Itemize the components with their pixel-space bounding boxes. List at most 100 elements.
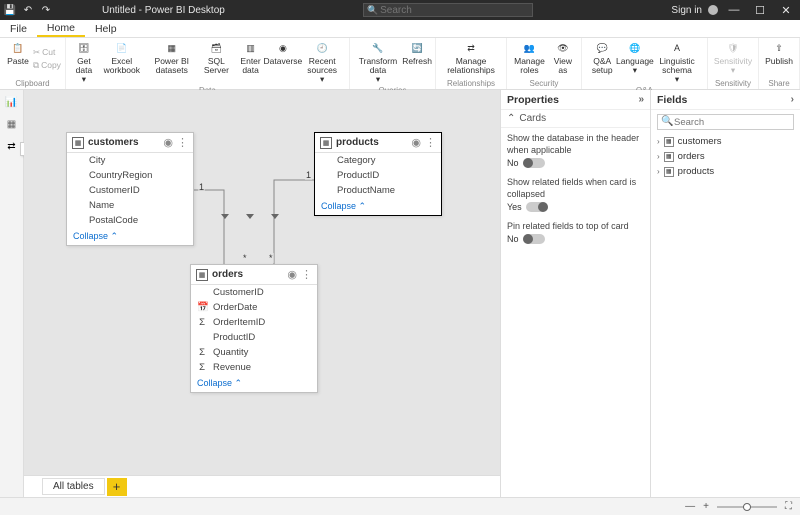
- collapse-pane-icon[interactable]: »: [638, 94, 644, 105]
- field-row[interactable]: ProductID: [191, 330, 317, 345]
- model-view-icon[interactable]: ⇄: [4, 138, 20, 154]
- minimize-button[interactable]: ―: [724, 4, 744, 16]
- more-icon[interactable]: ⋮: [301, 268, 312, 281]
- cardinality-one: 1: [198, 182, 205, 192]
- table-icon: ▦: [664, 167, 674, 177]
- properties-pane: Properties » ⌃Cards Show the database in …: [500, 90, 650, 497]
- transform-button[interactable]: 🔧Transform data▾: [354, 39, 402, 85]
- field-row[interactable]: PostalCode: [67, 213, 193, 228]
- cardinality-many: *: [268, 253, 274, 263]
- field-row[interactable]: ProductID: [315, 168, 441, 183]
- field-row[interactable]: ProductName: [315, 183, 441, 198]
- redo-icon[interactable]: ↷: [40, 4, 52, 16]
- field-row[interactable]: Name: [67, 198, 193, 213]
- model-canvas[interactable]: 1 * 1 * ▦customers◉⋮ City CountryRegion …: [24, 90, 500, 475]
- data-view-icon[interactable]: ▦: [4, 116, 20, 132]
- chevron-right-icon: ›: [657, 167, 660, 176]
- more-icon[interactable]: ⋮: [425, 136, 436, 149]
- excel-button[interactable]: 📄Excel workbook: [99, 39, 145, 85]
- fields-table-item[interactable]: ›▦customers: [651, 134, 800, 149]
- viewas-button[interactable]: 👁View as: [549, 39, 577, 78]
- maximize-button[interactable]: ☐: [750, 4, 770, 17]
- zoom-in[interactable]: +: [703, 501, 709, 512]
- sql-button[interactable]: 🗃SQL Server: [199, 39, 234, 85]
- getdata-button[interactable]: 🗄Get data▾: [70, 39, 98, 85]
- fields-table-item[interactable]: ›▦orders: [651, 149, 800, 164]
- dataverse-button[interactable]: ◉Dataverse: [267, 39, 298, 85]
- save-icon[interactable]: 💾: [4, 4, 16, 16]
- visibility-icon[interactable]: ◉: [411, 136, 421, 149]
- roles-button[interactable]: 👥Manage roles: [511, 39, 548, 78]
- refresh-button[interactable]: 🔄Refresh: [403, 39, 431, 85]
- field-row[interactable]: ΣRevenue: [191, 360, 317, 375]
- properties-title: Properties: [507, 94, 559, 106]
- more-icon[interactable]: ⋮: [177, 136, 188, 149]
- avatar-icon[interactable]: [708, 5, 718, 15]
- prop-label: Pin related fields to top of card: [501, 216, 650, 234]
- collapse-pane-icon[interactable]: ›: [791, 94, 794, 105]
- window-title: Untitled - Power BI Desktop: [102, 5, 225, 16]
- table-card-orders[interactable]: ▦orders◉⋮ CustomerID 📅OrderDate ΣOrderIt…: [190, 264, 318, 393]
- fit-page-icon[interactable]: ⛶: [785, 501, 792, 512]
- field-row[interactable]: ΣOrderItemID: [191, 315, 317, 330]
- field-row[interactable]: CustomerID: [67, 183, 193, 198]
- field-row[interactable]: ΣQuantity: [191, 345, 317, 360]
- zoom-out[interactable]: ―: [685, 501, 695, 512]
- table-card-products[interactable]: ▦products◉⋮ Category ProductID ProductNa…: [314, 132, 442, 216]
- field-row[interactable]: Category: [315, 153, 441, 168]
- publish-button[interactable]: ⇧Publish: [763, 39, 795, 78]
- group-sensitivity: Sensitivity: [712, 78, 754, 89]
- table-card-customers[interactable]: ▦customers◉⋮ City CountryRegion Customer…: [66, 132, 194, 246]
- field-row[interactable]: CustomerID: [191, 285, 317, 300]
- fields-search-input[interactable]: [657, 114, 794, 130]
- titlebar-search[interactable]: 🔍: [363, 3, 533, 17]
- field-row[interactable]: 📅OrderDate: [191, 300, 317, 315]
- sum-icon: Σ: [197, 317, 207, 328]
- zoom-slider[interactable]: [717, 506, 777, 508]
- ling-button[interactable]: ALinguistic schema▾: [651, 39, 703, 85]
- sum-icon: Σ: [197, 347, 207, 358]
- toggle-related-fields[interactable]: [526, 202, 548, 212]
- table-icon: ▦: [72, 137, 84, 149]
- enterdata-button[interactable]: ▥Enter data: [235, 39, 266, 85]
- qa-button[interactable]: 💬Q&A setup: [586, 39, 619, 85]
- search-icon: 🔍: [661, 116, 673, 127]
- cards-section[interactable]: ⌃Cards: [501, 110, 650, 128]
- report-view-icon[interactable]: 📊: [4, 94, 20, 110]
- tab-home[interactable]: Home: [37, 20, 85, 37]
- lang-button[interactable]: 🌐Language▾: [620, 39, 651, 85]
- tab-file[interactable]: File: [0, 20, 37, 37]
- visibility-icon[interactable]: ◉: [163, 136, 173, 149]
- collapse-link[interactable]: Collapse: [67, 228, 193, 245]
- field-row[interactable]: CountryRegion: [67, 168, 193, 183]
- field-row[interactable]: City: [67, 153, 193, 168]
- fields-table-item[interactable]: ›▦products: [651, 164, 800, 179]
- paste-button[interactable]: 📋Paste: [4, 39, 32, 78]
- group-relationships: Relationships: [440, 78, 502, 89]
- collapse-link[interactable]: Collapse: [315, 198, 441, 215]
- search-input[interactable]: [363, 3, 533, 17]
- recent-button[interactable]: 🕘Recent sources▾: [299, 39, 344, 85]
- cut-button: ✂ Cut: [33, 47, 61, 58]
- fields-pane: Fields› 🔍 ›▦customers ›▦orders ›▦product…: [650, 90, 800, 497]
- prop-label: Show the database in the header when app…: [501, 128, 650, 158]
- collapse-link[interactable]: Collapse: [191, 375, 317, 392]
- group-clipboard: Clipboard: [4, 78, 61, 89]
- toggle-pin-fields[interactable]: [523, 234, 545, 244]
- layout-tab-all[interactable]: All tables: [42, 478, 105, 495]
- table-icon: ▦: [196, 269, 208, 281]
- tab-help[interactable]: Help: [85, 20, 127, 37]
- fields-title: Fields: [657, 94, 687, 106]
- toggle-db-header[interactable]: [523, 158, 545, 168]
- add-layout-button[interactable]: +: [107, 478, 127, 496]
- chevron-right-icon: ›: [657, 152, 660, 161]
- relationships-button[interactable]: ⇄Manage relationships: [440, 39, 502, 78]
- visibility-icon[interactable]: ◉: [287, 268, 297, 281]
- pbi-datasets-button[interactable]: ▦Power BI datasets: [146, 39, 198, 85]
- table-icon: ▦: [664, 152, 674, 162]
- undo-icon[interactable]: ↶: [22, 4, 34, 16]
- table-icon: ▦: [664, 137, 674, 147]
- group-security: Security: [511, 78, 577, 89]
- signin-link[interactable]: Sign in: [671, 5, 702, 16]
- close-button[interactable]: ✕: [776, 4, 796, 17]
